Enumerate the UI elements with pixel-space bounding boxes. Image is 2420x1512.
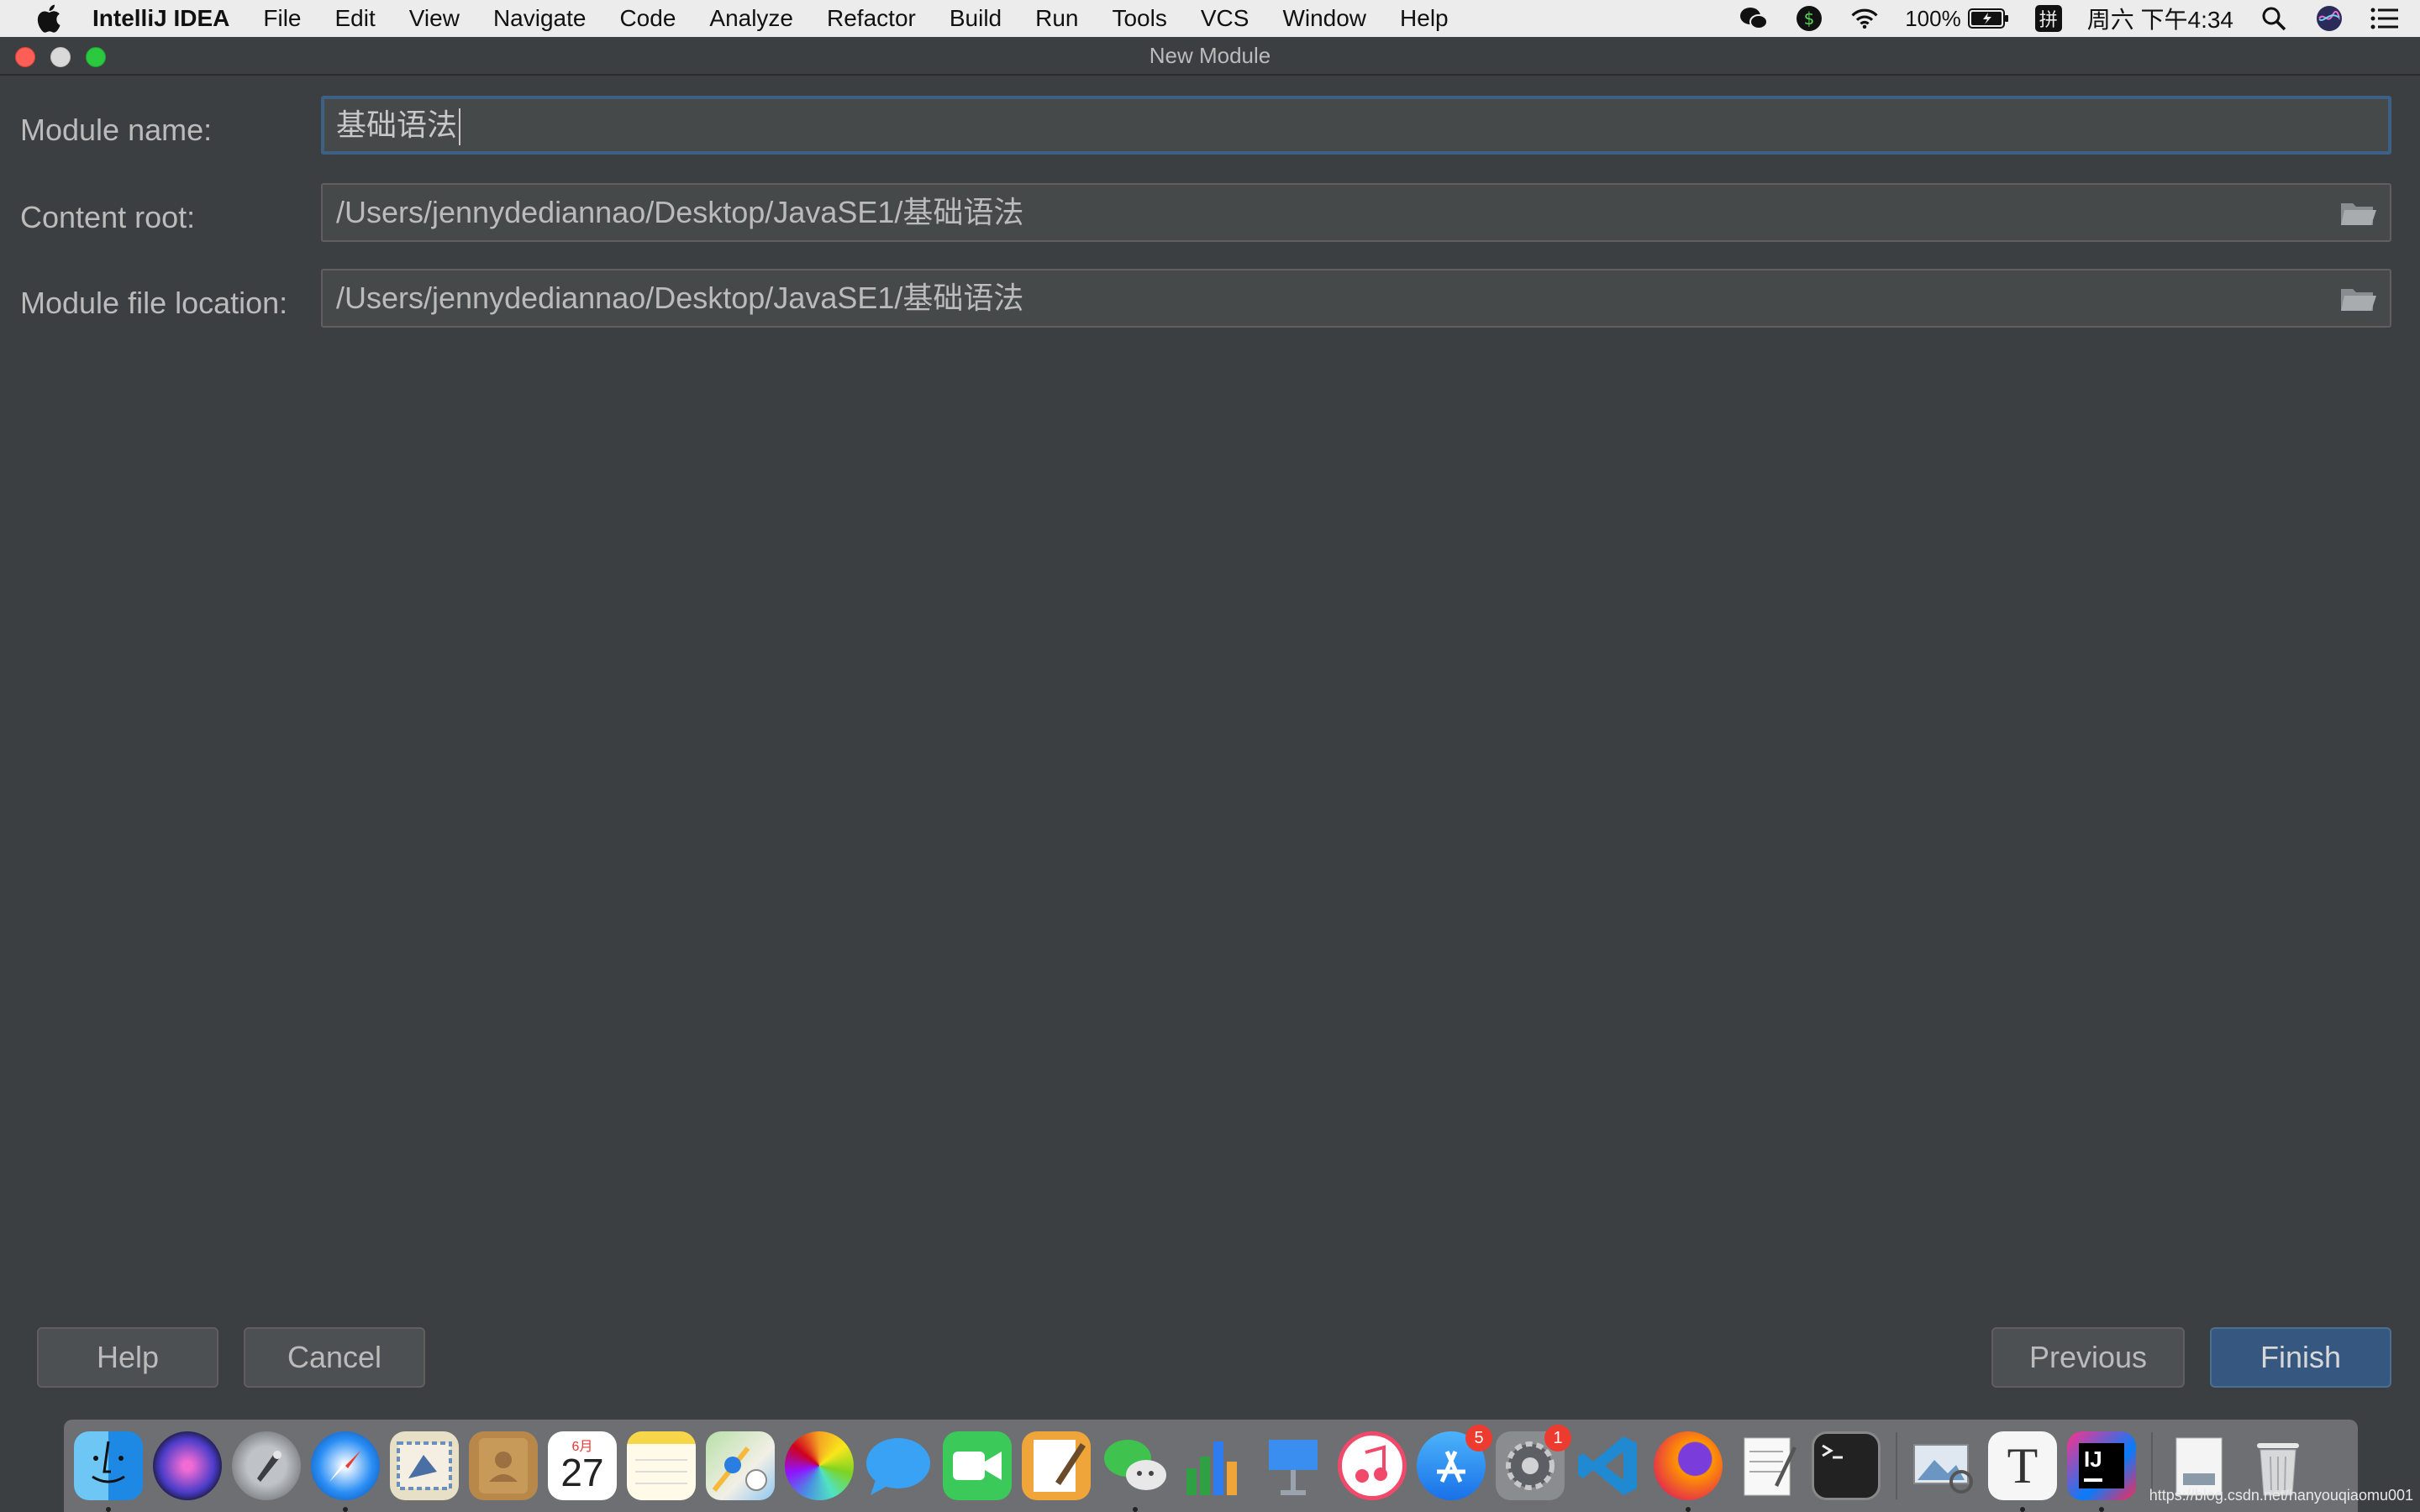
spotlight-search-icon[interactable]	[2259, 3, 2289, 34]
window-title: New Module	[1149, 42, 1271, 68]
preview-icon[interactable]	[1909, 1431, 1978, 1500]
notes-icon[interactable]	[627, 1431, 696, 1500]
menu-bar-status-area: $ 100% 拼 周六 下午4:34	[1713, 0, 2400, 37]
menu-file[interactable]: File	[263, 5, 301, 32]
system-preferences-icon[interactable]: 1	[1496, 1425, 1571, 1500]
intellij-idea-icon[interactable]: IJ	[2067, 1431, 2136, 1512]
menu-help[interactable]: Help	[1400, 5, 1449, 32]
calendar-icon[interactable]: 6月 27	[548, 1431, 617, 1500]
module-name-row: Module name: 基础语法	[0, 96, 2420, 158]
siri-dock-icon[interactable]	[153, 1431, 222, 1500]
module-file-location-row: Module file location: /Users/jennydedian…	[0, 269, 2420, 331]
running-indicator	[343, 1507, 348, 1512]
itunes-icon[interactable]	[1338, 1431, 1407, 1500]
running-indicator	[2099, 1507, 2104, 1512]
apple-logo-icon[interactable]	[34, 2, 67, 35]
window-title-bar: New Module	[0, 37, 2420, 76]
menu-analyze[interactable]: Analyze	[709, 5, 793, 32]
new-module-dialog: Module name: 基础语法 Content root: /Users/j…	[0, 77, 2420, 1417]
content-root-row: Content root: /Users/jennydediannao/Desk…	[0, 183, 2420, 245]
finish-button[interactable]: Finish	[2210, 1327, 2391, 1388]
menu-build[interactable]: Build	[950, 5, 1002, 32]
system-preferences-badge: 1	[1544, 1425, 1571, 1452]
input-method-label: 拼	[2039, 9, 2058, 30]
menu-navigate[interactable]: Navigate	[493, 5, 587, 32]
running-indicator	[106, 1507, 111, 1512]
menu-bar: IntelliJ IDEA File Edit View Navigate Co…	[0, 0, 2420, 37]
wifi-icon[interactable]	[1849, 3, 1880, 34]
facetime-icon[interactable]	[943, 1431, 1012, 1500]
launchpad-icon[interactable]	[232, 1431, 301, 1500]
clock[interactable]: 周六 下午4:34	[2087, 2, 2233, 35]
maps-icon[interactable]	[706, 1431, 775, 1500]
firefox-icon[interactable]	[1654, 1431, 1723, 1512]
watermark-url: https://blog.csdn.net/hanyouqiaomu001	[2149, 1487, 2413, 1504]
previous-button[interactable]: Previous	[1991, 1327, 2185, 1388]
notification-center-icon[interactable]	[2370, 3, 2400, 34]
textedit-letter: T	[2007, 1438, 2039, 1494]
module-file-location-label: Module file location:	[20, 286, 288, 320]
text-caret	[459, 108, 461, 146]
menu-vcs[interactable]: VCS	[1201, 5, 1249, 32]
textedit-doc-icon[interactable]	[1733, 1431, 1802, 1500]
battery-icon	[1967, 8, 2008, 29]
module-name-label: Module name:	[20, 113, 213, 147]
contacts-icon[interactable]	[469, 1431, 538, 1500]
dock: 6月 27 5 1 T IJ	[64, 1420, 2358, 1512]
cancel-button[interactable]: Cancel	[244, 1327, 425, 1388]
intellij-letters: IJ	[2084, 1446, 2102, 1472]
calendar-day: 27	[560, 1451, 604, 1494]
terminal-icon[interactable]	[1812, 1431, 1881, 1500]
menu-window[interactable]: Window	[1282, 5, 1366, 32]
maximize-window-button[interactable]	[86, 47, 106, 67]
menu-tools[interactable]: Tools	[1112, 5, 1166, 32]
pages-icon[interactable]	[1022, 1431, 1091, 1500]
module-name-input[interactable]: 基础语法	[321, 96, 2391, 155]
browse-folder-icon[interactable]	[2339, 284, 2378, 314]
module-file-location-value: /Users/jennydediannao/Desktop/JavaSE1/基础…	[336, 281, 1024, 315]
help-button[interactable]: Help	[37, 1327, 218, 1388]
numbers-icon[interactable]	[1180, 1431, 1249, 1500]
intellij-idea-logo: IJ	[2079, 1443, 2124, 1488]
module-file-location-input[interactable]: /Users/jennydediannao/Desktop/JavaSE1/基础…	[321, 269, 2391, 328]
menu-app-name[interactable]: IntelliJ IDEA	[92, 5, 229, 32]
vscode-icon[interactable]	[1575, 1431, 1644, 1500]
content-root-input[interactable]: /Users/jennydediannao/Desktop/JavaSE1/基础…	[321, 183, 2391, 242]
menu-run[interactable]: Run	[1035, 5, 1078, 32]
finder-icon[interactable]	[74, 1431, 143, 1512]
content-root-label: Content root:	[20, 200, 196, 234]
svg-text:$: $	[1804, 8, 1815, 29]
running-indicator	[1686, 1507, 1691, 1512]
module-name-value: 基础语法	[336, 108, 458, 142]
menu-view[interactable]: View	[409, 5, 460, 32]
battery-percent: 100%	[1905, 5, 1961, 31]
app-store-badge: 5	[1465, 1425, 1492, 1452]
safari-icon[interactable]	[311, 1431, 380, 1512]
menu-edit[interactable]: Edit	[335, 5, 376, 32]
content-root-value: /Users/jennydediannao/Desktop/JavaSE1/基础…	[336, 195, 1024, 229]
browse-folder-icon[interactable]	[2339, 198, 2378, 228]
wechat-status-icon[interactable]	[1739, 3, 1769, 34]
wechat-icon[interactable]	[1101, 1431, 1170, 1512]
menu-code[interactable]: Code	[619, 5, 676, 32]
close-window-button[interactable]	[15, 47, 35, 67]
messages-icon[interactable]	[864, 1431, 933, 1500]
running-indicator	[2020, 1507, 2025, 1512]
window-controls	[15, 47, 121, 67]
mail-icon[interactable]	[390, 1431, 459, 1500]
minimize-window-button[interactable]	[50, 47, 71, 67]
keynote-icon[interactable]	[1259, 1431, 1328, 1500]
input-method-icon[interactable]: 拼	[2034, 5, 2062, 32]
battery-status[interactable]: 100%	[1905, 6, 2010, 32]
app-store-icon[interactable]: 5	[1417, 1425, 1492, 1500]
menu-refactor[interactable]: Refactor	[827, 5, 916, 32]
dock-separator	[1896, 1432, 1897, 1499]
photos-icon[interactable]	[785, 1431, 854, 1500]
textedit-icon[interactable]: T	[1988, 1431, 2057, 1512]
dollar-status-icon[interactable]: $	[1794, 3, 1824, 34]
running-indicator	[1133, 1507, 1138, 1512]
siri-icon[interactable]	[2314, 3, 2344, 34]
